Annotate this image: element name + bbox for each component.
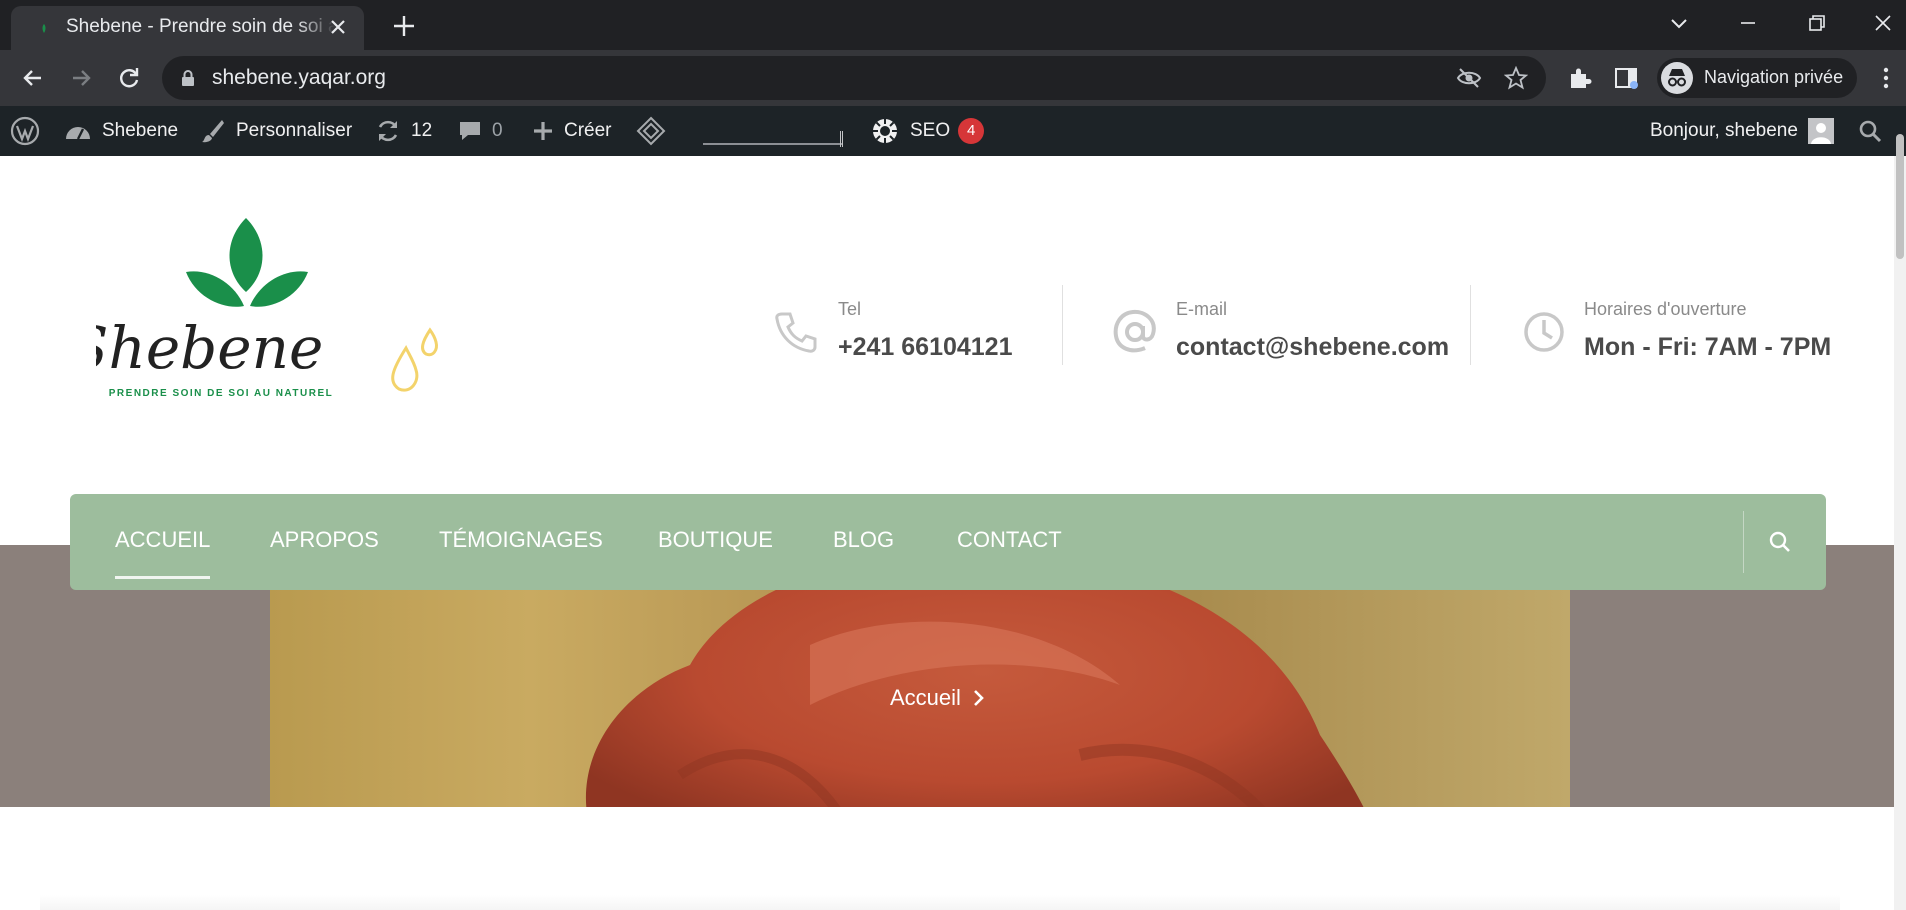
phone-icon (775, 312, 817, 353)
contact-hours-value: Mon - Fri: 7AM - 7PM (1584, 333, 1832, 361)
user-avatar (1807, 118, 1834, 144)
nav-item-apropos[interactable]: APROPOS (270, 527, 379, 553)
chrome-menu-icon[interactable] (1872, 64, 1900, 92)
forward-icon[interactable] (67, 64, 95, 92)
logo-wordmark: Shebene (96, 314, 323, 382)
at-icon (1113, 309, 1156, 353)
restore-icon[interactable] (1802, 8, 1832, 38)
contact-divider (1470, 285, 1471, 365)
incognito-profile-button[interactable]: Navigation privée (1657, 58, 1857, 98)
reload-icon[interactable] (115, 64, 143, 92)
site-favicon-icon (42, 24, 46, 33)
browser-toolbar: shebene.yaqar.org Navigation privée (0, 50, 1906, 106)
page-scrollbar-thumb[interactable] (1896, 134, 1904, 259)
page-scrollbar-track[interactable] (1894, 156, 1906, 910)
comments-link[interactable]: 0 (458, 106, 503, 156)
site-name: Shebene (102, 120, 179, 141)
close-tab-icon[interactable] (326, 15, 350, 39)
tab-title: Shebene - Prendre soin de soi au naturel (66, 16, 336, 37)
side-panel-icon[interactable] (1612, 64, 1640, 92)
comments-count: 0 (492, 120, 503, 141)
contact-tel-value[interactable]: +241 66104121 (838, 333, 1013, 362)
url-text[interactable]: shebene.yaqar.org (212, 66, 386, 90)
seo-notification-badge: 4 (958, 118, 985, 144)
adminbar-empty-node[interactable] (703, 127, 843, 147)
address-bar[interactable]: shebene.yaqar.org (162, 56, 1546, 100)
close-window-icon[interactable] (1868, 8, 1898, 38)
nav-item-boutique[interactable]: BOUTIQUE (658, 527, 773, 553)
new-tab-icon[interactable] (390, 12, 418, 40)
wp-admin-bar: Shebene Personnaliser 12 0 Créer SEO 4 B… (0, 106, 1906, 156)
eye-off-icon[interactable] (1456, 66, 1482, 90)
site-logo[interactable]: Shebene PRENDRE SOIN DE SOI AU NATUREL (69, 210, 456, 420)
nav-item-blog[interactable]: BLOG (833, 527, 894, 553)
chevron-right-icon (974, 690, 984, 706)
contact-divider (1062, 285, 1063, 365)
wp-logo-menu[interactable] (10, 106, 40, 156)
updates-icon (378, 120, 398, 142)
contact-tel-label: Tel (838, 299, 862, 319)
admin-search[interactable] (1858, 106, 1882, 156)
nav-item-contact[interactable]: CONTACT (957, 527, 1062, 553)
adminbar-pipe (840, 131, 843, 147)
seo-label: SEO (910, 120, 951, 141)
contact-hours-label: Horaires d'ouverture (1584, 299, 1747, 319)
breadcrumb-home[interactable]: Accueil (890, 685, 961, 711)
updates-count: 12 (411, 120, 433, 141)
customize-label: Personnaliser (236, 120, 353, 141)
plus-icon (534, 122, 552, 140)
back-icon[interactable] (19, 64, 47, 92)
incognito-icon (1661, 62, 1693, 94)
dashboard-gauge-icon (66, 127, 90, 140)
updates-link[interactable]: 12 (375, 106, 432, 156)
comment-bubble-icon (460, 122, 480, 140)
plugin-diamond-menu[interactable] (636, 106, 666, 156)
wordpress-icon (10, 116, 40, 146)
extensions-puzzle-icon[interactable] (1566, 64, 1594, 92)
seo-gear-icon (873, 119, 897, 143)
browser-tab[interactable]: Shebene - Prendre soin de soi au naturel (11, 6, 364, 50)
nav-item-temoignages[interactable]: TÉMOIGNAGES (439, 527, 603, 553)
nav-divider (1743, 511, 1744, 573)
lock-icon[interactable] (180, 69, 196, 87)
nav-search-icon[interactable] (1768, 530, 1792, 554)
account-menu[interactable]: Bonjour, shebene (1650, 106, 1834, 156)
content-top-edge (40, 895, 1840, 910)
tab-search-chevron-icon[interactable] (1664, 8, 1694, 38)
create-new-menu[interactable]: Créer (532, 106, 612, 156)
contact-email-value[interactable]: contact@shebene.com (1176, 333, 1449, 362)
customize-link[interactable]: Personnaliser (200, 106, 352, 156)
site-name-menu[interactable]: Shebene (64, 106, 178, 156)
logo-tagline: PRENDRE SOIN DE SOI AU NATUREL (109, 388, 333, 399)
browser-tab-strip: Shebene - Prendre soin de soi au naturel (0, 0, 1906, 50)
breadcrumb: Accueil (890, 685, 985, 711)
search-icon (1859, 120, 1882, 143)
brush-icon (202, 120, 224, 143)
clock-icon (1524, 312, 1564, 352)
diamond-logo-icon (636, 116, 666, 146)
main-navigation: ACCUEIL APROPOS TÉMOIGNAGES BOUTIQUE BLO… (70, 494, 1826, 590)
bookmark-star-icon[interactable] (1504, 66, 1528, 90)
nav-item-accueil[interactable]: ACCUEIL (115, 527, 211, 579)
profile-label: Navigation privée (1704, 67, 1844, 87)
contact-email-label: E-mail (1176, 299, 1228, 319)
shebene-logo-icon: Shebene PRENDRE SOIN DE SOI AU NATUREL (69, 218, 438, 399)
minimize-icon[interactable] (1733, 8, 1763, 38)
create-label: Créer (564, 120, 612, 141)
seo-menu[interactable]: SEO 4 (870, 106, 985, 156)
greeting-label: Bonjour, shebene (1650, 120, 1798, 141)
